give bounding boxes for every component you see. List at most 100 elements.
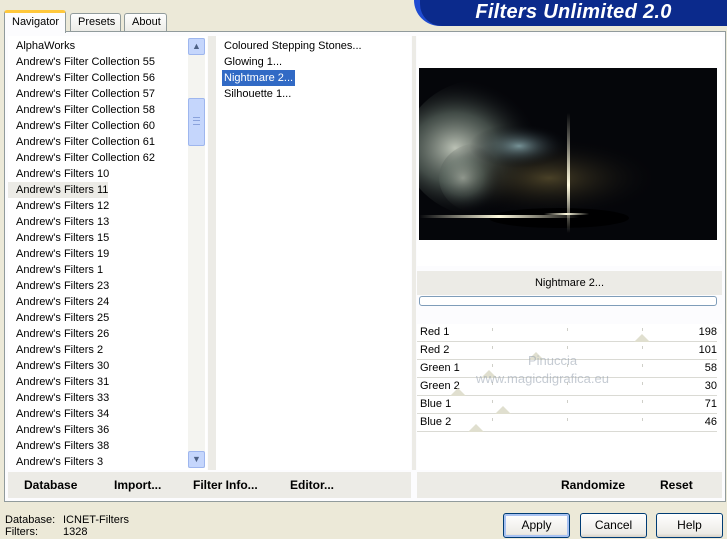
tab-about[interactable]: About xyxy=(124,13,167,32)
category-item[interactable]: Andrew's Filters 12 xyxy=(8,198,109,214)
slider-tick xyxy=(642,328,643,331)
category-item[interactable]: Andrew's Filters 24 xyxy=(8,294,109,310)
progress-bar xyxy=(419,296,717,306)
slider-label: Red 1 xyxy=(420,326,450,338)
category-item[interactable]: Andrew's Filter Collection 60 xyxy=(8,118,155,134)
category-item[interactable]: Andrew's Filters 19 xyxy=(8,246,109,262)
scroll-down-button[interactable]: ▼ xyxy=(188,451,205,468)
slider-value: 198 xyxy=(698,326,717,338)
app-title: Filters Unlimited 2.0 xyxy=(475,1,672,23)
slider-row[interactable]: Blue 2 46 xyxy=(417,414,717,432)
tab-navigator[interactable]: Navigator xyxy=(4,10,66,33)
database-value: ICNET-Filters xyxy=(63,514,129,526)
slider-row[interactable]: Blue 1 71 xyxy=(417,396,717,414)
slider-label: Green 1 xyxy=(420,362,460,374)
filter-item[interactable]: Coloured Stepping Stones... xyxy=(222,38,364,54)
slider-thumb[interactable] xyxy=(468,424,484,432)
category-item[interactable]: Andrew's Filters 2 xyxy=(8,342,103,358)
arrow-up-icon: ▲ xyxy=(192,41,201,51)
toolbar-separator xyxy=(411,472,417,498)
slider-label: Blue 1 xyxy=(420,398,452,410)
category-item[interactable]: Andrew's Filter Collection 56 xyxy=(8,70,155,86)
slider-tick xyxy=(642,418,643,421)
database-button[interactable]: Database xyxy=(24,478,77,492)
apply-button[interactable]: Apply xyxy=(503,513,570,538)
slider-thumb[interactable] xyxy=(450,388,466,396)
category-item[interactable]: Andrew's Filters 13 xyxy=(8,214,109,230)
slider-tick xyxy=(492,418,493,421)
filter-item[interactable]: Silhouette 1... xyxy=(222,86,293,102)
tab-presets[interactable]: Presets xyxy=(70,13,121,32)
panel-divider-right[interactable] xyxy=(412,36,416,470)
slider-tick xyxy=(642,382,643,385)
slider-value: 58 xyxy=(704,362,717,374)
slider-value: 101 xyxy=(698,344,717,356)
slider-row[interactable]: Red 1 198 xyxy=(417,324,717,342)
category-item[interactable]: Andrew's Filters 23 xyxy=(8,278,109,294)
status-area: Database: ICNET-Filters Filters: 1328 xyxy=(5,514,129,538)
category-item[interactable]: Andrew's Filters 31 xyxy=(8,374,109,390)
slider-label: Blue 2 xyxy=(420,416,452,428)
slider-tick xyxy=(492,346,493,349)
slider-tick xyxy=(642,400,643,403)
slider-track[interactable] xyxy=(417,431,717,432)
slider-tick xyxy=(642,346,643,349)
category-item[interactable]: Andrew's Filters 10 xyxy=(8,166,109,182)
category-item[interactable]: AlphaWorks xyxy=(8,38,75,54)
category-item[interactable]: Andrew's Filters 15 xyxy=(8,230,109,246)
filters-count-value: 1328 xyxy=(63,526,88,538)
watermark-line2: www.magicdigrafica.eu xyxy=(476,371,609,386)
cancel-button[interactable]: Cancel xyxy=(580,513,647,538)
import-button[interactable]: Import... xyxy=(114,478,161,492)
category-item[interactable]: Andrew's Filters 11 xyxy=(8,182,108,198)
category-item[interactable]: Andrew's Filter Collection 55 xyxy=(8,54,155,70)
category-item[interactable]: Andrew's Filters 30 xyxy=(8,358,109,374)
bottom-toolbar: Database Import... Filter Info... Editor… xyxy=(8,472,722,498)
category-item[interactable]: Andrew's Filters 34 xyxy=(8,406,109,422)
category-item[interactable]: Andrew's Filters 3 xyxy=(8,454,103,470)
category-item[interactable]: Andrew's Filter Collection 62 xyxy=(8,150,155,166)
title-banner: Filters Unlimited 2.0 xyxy=(414,0,727,26)
watermark-line1: Pinuccia xyxy=(528,353,578,368)
category-item[interactable]: Andrew's Filters 33 xyxy=(8,390,109,406)
slider-tick xyxy=(567,400,568,403)
category-item[interactable]: Andrew's Filters 38 xyxy=(8,438,109,454)
category-item[interactable]: Andrew's Filters 36 xyxy=(8,422,109,438)
category-item[interactable]: Andrew's Filters 26 xyxy=(8,326,109,342)
filters-count-label: Filters: xyxy=(5,526,38,538)
arrow-down-icon: ▼ xyxy=(192,454,201,464)
filter-info-button[interactable]: Filter Info... xyxy=(193,478,258,492)
category-list[interactable]: AlphaWorks Andrew's Filter Collection 55 A… xyxy=(8,36,207,470)
category-item[interactable]: Andrew's Filters 1 xyxy=(8,262,103,278)
category-item[interactable]: Andrew's Filter Collection 57 xyxy=(8,86,155,102)
filter-list[interactable]: Coloured Stepping Stones... Glowing 1... N… xyxy=(216,36,411,470)
help-button[interactable]: Help xyxy=(656,513,723,538)
slider-value: 71 xyxy=(704,398,717,410)
slider-tick xyxy=(492,364,493,367)
parameter-sliders: Red 1 198 Red 2 101 Green 1 58 Green 2 30 Blue 1… xyxy=(417,324,722,470)
slider-value: 30 xyxy=(704,380,717,392)
slider-value: 46 xyxy=(704,416,717,428)
preview-image xyxy=(419,68,717,240)
slider-tick xyxy=(642,364,643,367)
randomize-button[interactable]: Randomize xyxy=(561,478,625,492)
category-item[interactable]: Andrew's Filter Collection 61 xyxy=(8,134,155,150)
filter-item[interactable]: Glowing 1... xyxy=(222,54,284,70)
scroll-thumb[interactable] xyxy=(188,98,205,146)
category-item[interactable]: Andrew's Filters 25 xyxy=(8,310,109,326)
editor-button[interactable]: Editor... xyxy=(290,478,334,492)
slider-tick xyxy=(492,400,493,403)
slider-thumb[interactable] xyxy=(495,406,511,414)
filter-item[interactable]: Nightmare 2... xyxy=(222,70,296,86)
grip-icon xyxy=(193,117,200,125)
category-item[interactable]: Andrew's Filter Collection 58 xyxy=(8,102,155,118)
slider-thumb[interactable] xyxy=(634,334,650,342)
slider-tick xyxy=(567,346,568,349)
selected-filter-name: Nightmare 2... xyxy=(417,271,722,295)
category-scrollbar[interactable]: ▲ ▼ xyxy=(188,38,205,468)
panel-divider[interactable] xyxy=(208,36,216,470)
slider-label: Red 2 xyxy=(420,344,450,356)
scroll-up-button[interactable]: ▲ xyxy=(188,38,205,55)
slider-tick xyxy=(567,418,568,421)
reset-button[interactable]: Reset xyxy=(660,478,693,492)
